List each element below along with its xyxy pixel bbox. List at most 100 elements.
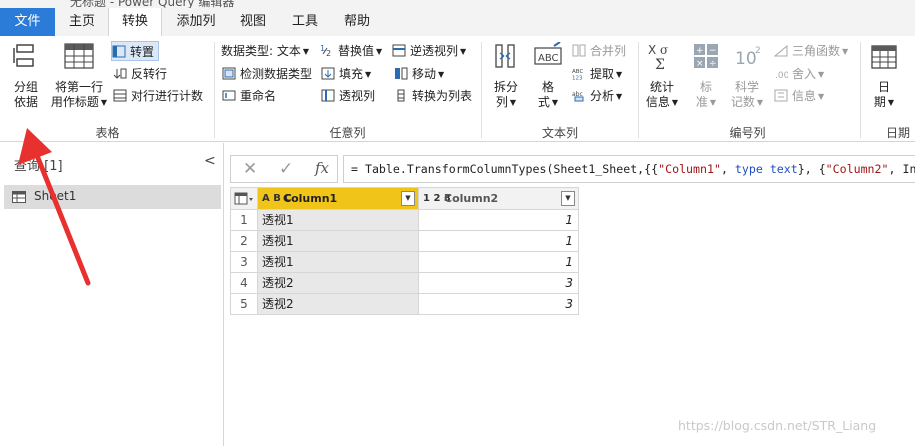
confirm-formula-button[interactable]: ✓ (279, 159, 293, 179)
svg-text:Σ: Σ (655, 57, 665, 70)
detect-type-icon (222, 67, 236, 80)
information-label: 信息 (792, 89, 817, 103)
chevron-down-icon: ▼ (709, 98, 717, 107)
data-type-label: 数据类型: 文本 (221, 44, 301, 58)
group-separator (860, 42, 861, 138)
trigonometry-button[interactable]: 三角函数 ▼ (774, 41, 848, 61)
query-item-sheet1[interactable]: Sheet1 (4, 185, 221, 209)
column-header-column2[interactable]: 1 2 3 Column2 ▼ (419, 187, 579, 210)
tab-help[interactable]: 帮助 (334, 8, 380, 36)
unpivot-columns-button[interactable]: 逆透视列 ▼ (392, 41, 466, 61)
chevron-down-icon: ▼ (365, 70, 372, 79)
group-by-label-1: 分组 (13, 80, 38, 94)
data-type-dropdown[interactable]: 数据类型: 文本 ▼ (221, 41, 309, 61)
trigonometry-label: 三角函数 (792, 44, 841, 58)
svg-text:+: + (696, 46, 704, 56)
cell-column2[interactable]: 1 (419, 231, 579, 252)
rename-button[interactable]: 重命名 (222, 86, 276, 106)
cancel-formula-button[interactable]: ✕ (243, 159, 257, 179)
cell-column1[interactable]: 透视1 (258, 210, 419, 231)
scientific-button[interactable]: 10 2 科学 记数 ▼ (728, 42, 766, 110)
svg-text:ABC: ABC (572, 69, 583, 75)
any-column-group-label: 任意列 (329, 126, 366, 140)
group-separator (638, 42, 639, 138)
parse-button[interactable]: abc 分析 ▼ (572, 86, 622, 106)
replace-values-button[interactable]: 1 2 替换值 ▼ (320, 41, 382, 61)
count-rows-label: 对行进行计数 (131, 89, 204, 103)
information-button[interactable]: 信息 ▼ (774, 86, 824, 106)
column-header-column1[interactable]: A B C Column1 ▼ (258, 187, 419, 210)
cell-column1[interactable]: 透视1 (258, 252, 419, 273)
use-first-row-button[interactable]: 将第一行 用作标题 ▼ (48, 42, 110, 110)
chevron-down-icon: ▼ (100, 98, 108, 107)
format-button[interactable]: ABC 格 式 ▼ (530, 41, 566, 110)
table-group-label: 表格 (95, 126, 120, 140)
date-button[interactable]: 日 期 ▼ (866, 42, 902, 110)
transpose-icon (112, 45, 126, 58)
date-group-label: 日期 (885, 126, 910, 140)
unpivot-label: 逆透视列 (410, 44, 459, 58)
row-index: 1 (230, 210, 258, 231)
formula-input[interactable]: = Table.TransformColumnTypes(Sheet1_Shee… (343, 155, 915, 183)
format-text-icon: ABC (534, 41, 562, 65)
reverse-rows-button[interactable]: 反转行 (113, 64, 167, 84)
formula-punct3: , Int64.Type}}) (888, 162, 915, 176)
tab-tools[interactable]: 工具 (282, 8, 328, 36)
pivot-column-button[interactable]: 透视列 (321, 86, 375, 106)
merge-columns-button[interactable]: 合并列 (572, 41, 626, 61)
collapse-pane-button[interactable]: < (204, 153, 216, 169)
split-column-button[interactable]: 拆分 列 ▼ (488, 42, 524, 110)
tab-view[interactable]: 视图 (230, 8, 276, 36)
tab-home[interactable]: 主页 (58, 8, 106, 36)
chevron-down-icon: ▼ (842, 47, 849, 56)
svg-text:2: 2 (326, 49, 331, 57)
chevron-down-icon: ▼ (887, 98, 895, 107)
fill-button[interactable]: 填充 ▼ (321, 64, 371, 84)
cell-column2[interactable]: 1 (419, 252, 579, 273)
extract-label: 提取 (590, 67, 615, 81)
tab-add-column[interactable]: 添加列 (166, 8, 226, 36)
statistics-button[interactable]: X σ Σ 统计 信息 ▼ (642, 42, 682, 110)
cell-column2[interactable]: 3 (419, 273, 579, 294)
unpivot-icon (392, 44, 406, 57)
use-first-row-label-2-text: 用作标题 (50, 95, 99, 109)
statistics-label-2: 信息 ▼ (642, 95, 682, 110)
convert-to-list-label: 转换为列表 (412, 89, 473, 103)
count-rows-button[interactable]: 对行进行计数 (113, 86, 203, 106)
row-index: 3 (230, 252, 258, 273)
group-by-button[interactable]: 分组 依据 (6, 42, 46, 110)
standard-label-2-text: 准 (695, 95, 708, 109)
filter-dropdown-icon[interactable]: ▼ (561, 191, 575, 206)
standard-button[interactable]: + − × ÷ 标 准 ▼ (688, 42, 724, 110)
filter-dropdown-icon[interactable]: ▼ (401, 191, 415, 206)
cell-column1[interactable]: 透视2 (258, 294, 419, 315)
cell-column1[interactable]: 透视2 (258, 273, 419, 294)
rounding-label: 舍入 (792, 67, 817, 81)
query-item-label: Sheet1 (34, 189, 77, 203)
convert-to-list-button[interactable]: 转换为列表 (394, 86, 472, 106)
formula-punct1: , (720, 162, 735, 176)
date-label-2: 期 ▼ (866, 95, 902, 110)
number-column-group-label: 编号列 (729, 126, 766, 140)
extract-button[interactable]: ABC 123 提取 ▼ (572, 64, 622, 84)
rounding-button[interactable]: .00 舍入 ▼ (774, 64, 824, 84)
table-icon (12, 191, 26, 203)
row-index: 4 (230, 273, 258, 294)
group-by-label-2: 依据 (13, 95, 38, 109)
tab-transform[interactable]: 转换 (108, 8, 162, 37)
detect-data-type-button[interactable]: 检测数据类型 (222, 64, 312, 84)
chevron-down-icon: ▼ (818, 92, 825, 101)
tab-file[interactable]: 文件 (0, 8, 55, 36)
format-label-2-text: 式 (537, 95, 550, 109)
cell-column1[interactable]: 透视1 (258, 231, 419, 252)
move-button[interactable]: 移动 ▼ (394, 64, 444, 84)
ribbon-tab-bar: 文件 主页 转换 添加列 视图 工具 帮助 (0, 8, 915, 37)
cell-column2[interactable]: 1 (419, 210, 579, 231)
cell-column2[interactable]: 3 (419, 294, 579, 315)
transpose-button[interactable]: 转置 (111, 41, 160, 61)
table-menu-button[interactable] (230, 187, 258, 210)
queries-pane: 查询 [1] < Sheet1 (0, 143, 224, 446)
fx-button[interactable]: fx (315, 159, 329, 177)
formula-kw1: type text (734, 162, 798, 176)
parse-icon: abc (572, 91, 584, 102)
